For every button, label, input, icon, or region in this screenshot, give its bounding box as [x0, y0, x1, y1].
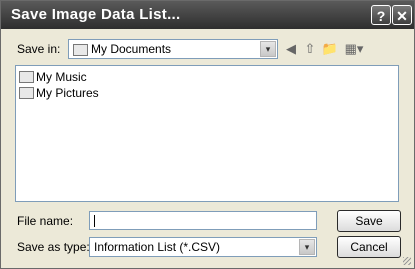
save-dialog: Save Image Data List... ? ✕ Save in: My … — [0, 0, 415, 269]
file-name: My Music — [36, 70, 87, 84]
back-icon[interactable]: ◀ — [282, 41, 300, 57]
filename-input[interactable] — [89, 211, 317, 230]
save-in-label: Save in: — [17, 42, 61, 56]
save-in-value: My Documents — [91, 42, 172, 56]
chevron-down-icon[interactable]: ▾ — [299, 239, 315, 255]
file-list[interactable]: My Music My Pictures — [15, 65, 399, 202]
save-as-type-label: Save as type: — [17, 240, 90, 254]
save-in-dropdown[interactable]: My Documents ▾ — [68, 39, 278, 59]
folder-icon — [19, 86, 34, 99]
file-name: My Pictures — [36, 86, 99, 100]
dialog-title: Save Image Data List... — [11, 6, 181, 23]
save-as-type-value: Information List (*.CSV) — [94, 240, 221, 254]
close-button[interactable]: ✕ — [392, 5, 412, 25]
chevron-down-icon[interactable]: ▾ — [260, 41, 276, 57]
filename-label: File name: — [17, 214, 74, 228]
folder-icon — [19, 70, 34, 83]
folder-icon — [73, 44, 88, 56]
save-as-type-dropdown[interactable]: Information List (*.CSV) ▾ — [89, 237, 317, 257]
text-caret — [94, 215, 95, 227]
help-button[interactable]: ? — [371, 5, 391, 25]
up-folder-icon[interactable]: ⇧ — [301, 41, 319, 57]
new-folder-icon[interactable]: 📁 — [321, 41, 339, 57]
resize-grip[interactable] — [403, 257, 411, 265]
list-item[interactable]: My Pictures — [19, 85, 99, 101]
cancel-button[interactable]: Cancel — [337, 236, 401, 258]
views-menu-icon[interactable]: ▦▾ — [341, 41, 367, 57]
save-button[interactable]: Save — [337, 210, 401, 232]
title-bar[interactable]: Save Image Data List... ? ✕ — [1, 1, 414, 29]
list-item[interactable]: My Music — [19, 69, 87, 85]
